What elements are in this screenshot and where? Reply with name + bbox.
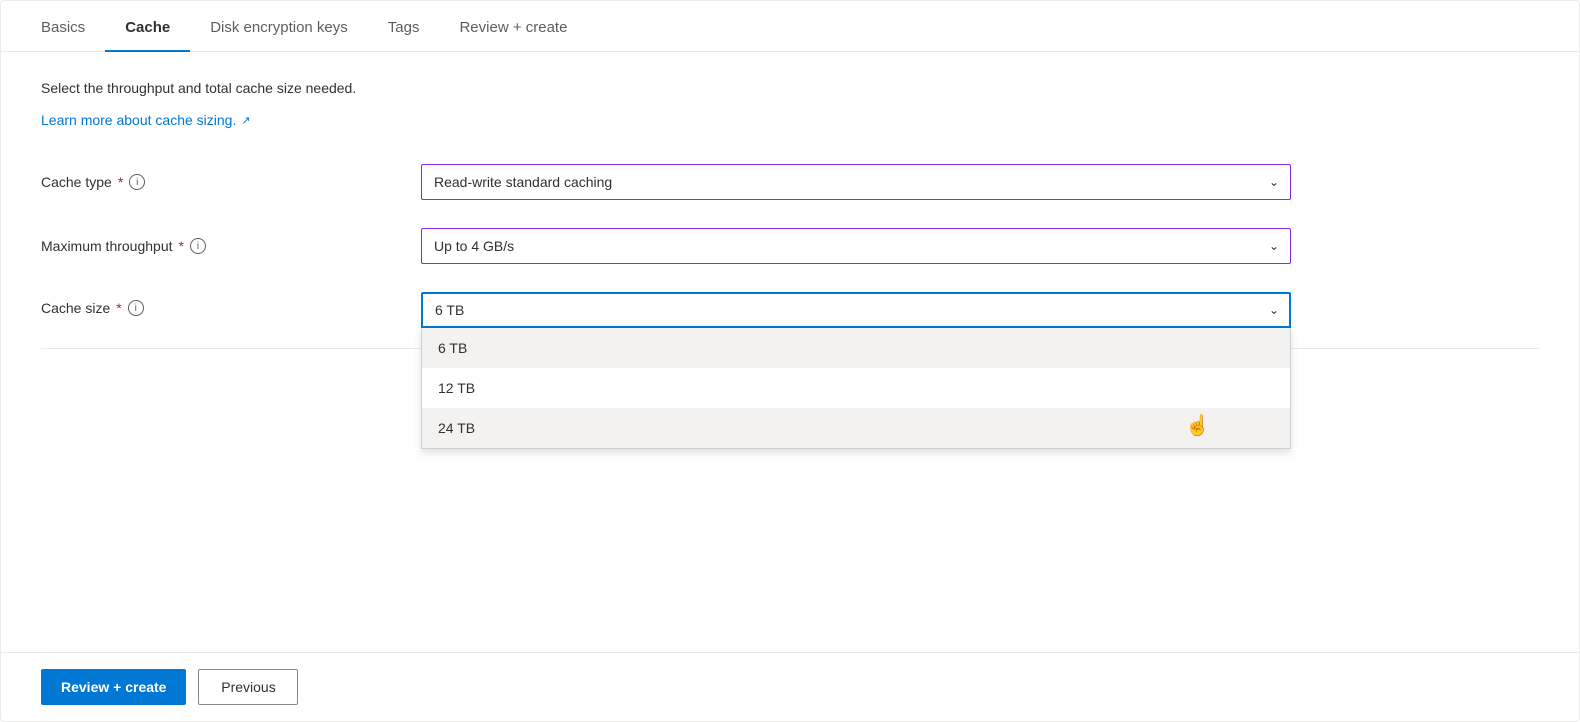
page-description: Select the throughput and total cache si… <box>41 80 1539 96</box>
previous-button[interactable]: Previous <box>198 669 298 705</box>
review-create-button[interactable]: Review + create <box>41 669 186 705</box>
tab-cache[interactable]: Cache <box>105 1 190 52</box>
max-throughput-row: Maximum throughput * i Up to 4 GB/s ⌄ <box>41 228 1441 264</box>
cursor-hand-icon: ☝ <box>1185 413 1210 438</box>
cache-type-value: Read-write standard caching <box>434 174 612 190</box>
cache-size-option-12tb[interactable]: 12 TB <box>422 368 1290 408</box>
cache-type-info-icon[interactable]: i <box>129 174 145 190</box>
page-container: Basics Cache Disk encryption keys Tags R… <box>0 0 1580 722</box>
tab-review-create[interactable]: Review + create <box>439 1 587 52</box>
cache-size-info-icon[interactable]: i <box>128 300 144 316</box>
max-throughput-required: * <box>179 238 184 254</box>
cache-type-dropdown-container: Read-write standard caching ⌄ <box>421 164 1291 200</box>
cache-size-trigger[interactable]: 6 TB ⌄ <box>421 292 1291 328</box>
cache-size-chevron-icon: ⌄ <box>1269 303 1279 317</box>
learn-more-link[interactable]: Learn more about cache sizing. ↗ <box>41 112 251 128</box>
learn-link-text: Learn more about cache sizing. <box>41 112 236 128</box>
cache-size-value: 6 TB <box>435 302 464 318</box>
max-throughput-dropdown[interactable]: Up to 4 GB/s <box>421 228 1291 264</box>
cache-size-label: Cache size * i <box>41 300 401 316</box>
cache-type-label: Cache type * i <box>41 174 401 190</box>
option-6tb-label: 6 TB <box>438 340 467 356</box>
form-section: Cache type * i Read-write standard cachi… <box>41 164 1441 328</box>
cache-size-option-6tb[interactable]: 6 TB <box>422 328 1290 368</box>
max-throughput-value: Up to 4 GB/s <box>434 238 514 254</box>
tab-navigation: Basics Cache Disk encryption keys Tags R… <box>1 1 1579 52</box>
cache-size-row: Cache size * i 6 TB ⌄ 6 TB 12 TB <box>41 292 1441 328</box>
cache-size-dropdown-wrapper: 6 TB ⌄ 6 TB 12 TB 24 TB ☝ <box>421 292 1291 328</box>
max-throughput-label: Maximum throughput * i <box>41 238 401 254</box>
main-content: Select the throughput and total cache si… <box>1 52 1579 652</box>
cache-size-required: * <box>116 300 121 316</box>
cache-size-option-24tb[interactable]: 24 TB ☝ <box>422 408 1290 448</box>
cache-size-dropdown-list: 6 TB 12 TB 24 TB ☝ <box>421 328 1291 449</box>
cache-type-row: Cache type * i Read-write standard cachi… <box>41 164 1441 200</box>
max-throughput-info-icon[interactable]: i <box>190 238 206 254</box>
cache-type-dropdown[interactable]: Read-write standard caching <box>421 164 1291 200</box>
option-24tb-label: 24 TB <box>438 420 475 436</box>
option-12tb-label: 12 TB <box>438 380 475 396</box>
max-throughput-dropdown-container: Up to 4 GB/s ⌄ <box>421 228 1291 264</box>
cache-type-required: * <box>118 174 123 190</box>
tab-tags[interactable]: Tags <box>368 1 440 52</box>
footer: Review + create Previous <box>1 652 1579 721</box>
tab-basics[interactable]: Basics <box>41 1 105 52</box>
external-link-icon: ↗ <box>241 114 250 127</box>
tab-disk-encryption[interactable]: Disk encryption keys <box>190 1 368 52</box>
